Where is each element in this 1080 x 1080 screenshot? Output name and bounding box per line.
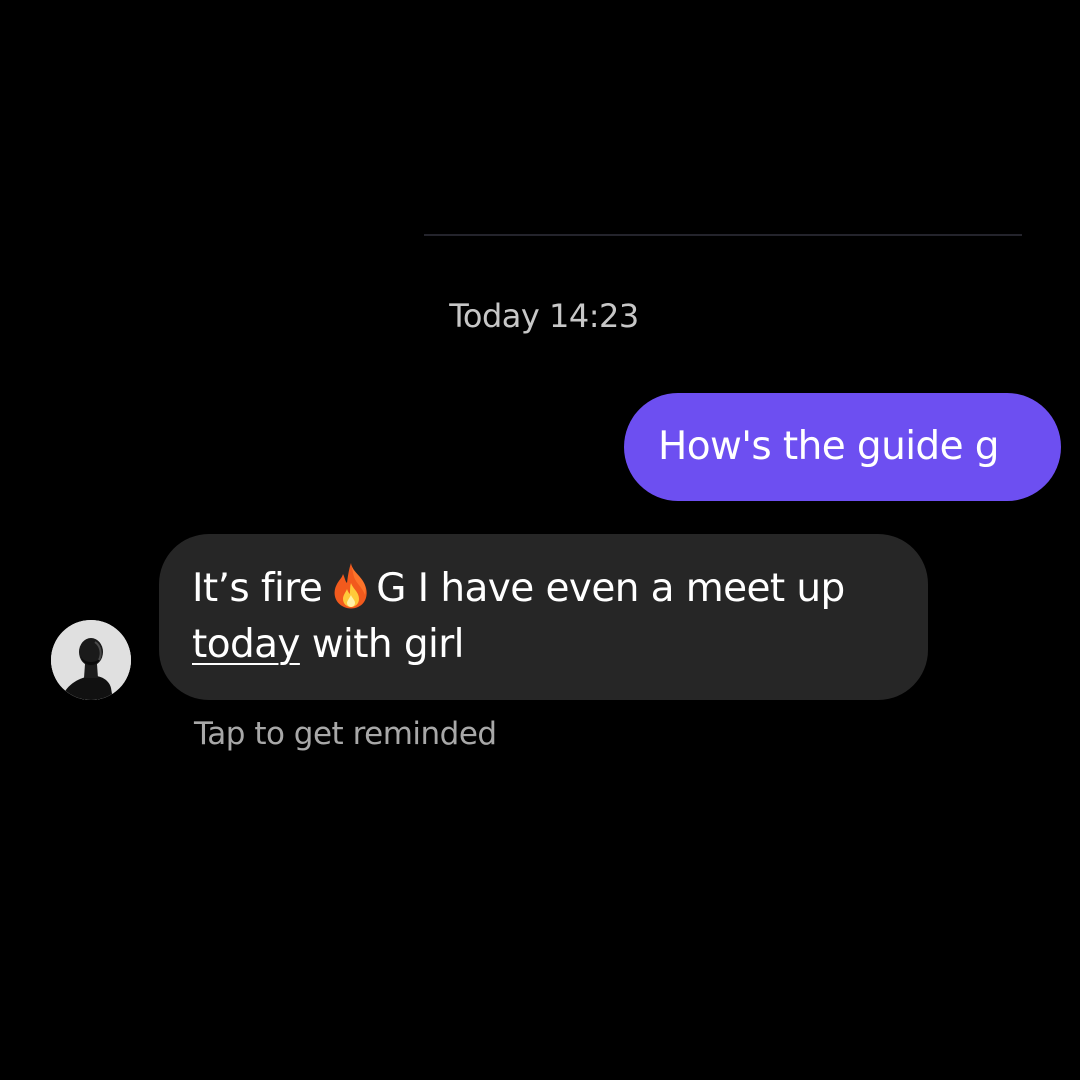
received-message-bubble[interactable]: It’s fire G I have even a meet up today … — [159, 534, 928, 700]
received-message-line-1: It’s fire G I have even a meet up — [192, 561, 908, 617]
received-message-line-2: today with girl — [192, 617, 908, 673]
sent-message-bubble[interactable]: How's the guide g — [624, 393, 1061, 501]
avatar-photo-icon — [51, 620, 131, 700]
received-text-part-3: with girl — [299, 622, 465, 667]
received-text-part-1: It’s fire — [192, 566, 323, 611]
fire-emoji-icon — [330, 561, 372, 609]
message-timestamp: Today 14:23 — [449, 297, 639, 335]
conversation-divider — [424, 234, 1022, 236]
date-link-today[interactable]: today — [192, 622, 300, 667]
reminder-prompt[interactable]: Tap to get reminded — [194, 712, 497, 756]
received-text-part-2: G I have even a meet up — [376, 566, 845, 611]
sender-avatar[interactable] — [51, 620, 131, 700]
sent-message-text: How's the guide g — [658, 424, 1000, 469]
